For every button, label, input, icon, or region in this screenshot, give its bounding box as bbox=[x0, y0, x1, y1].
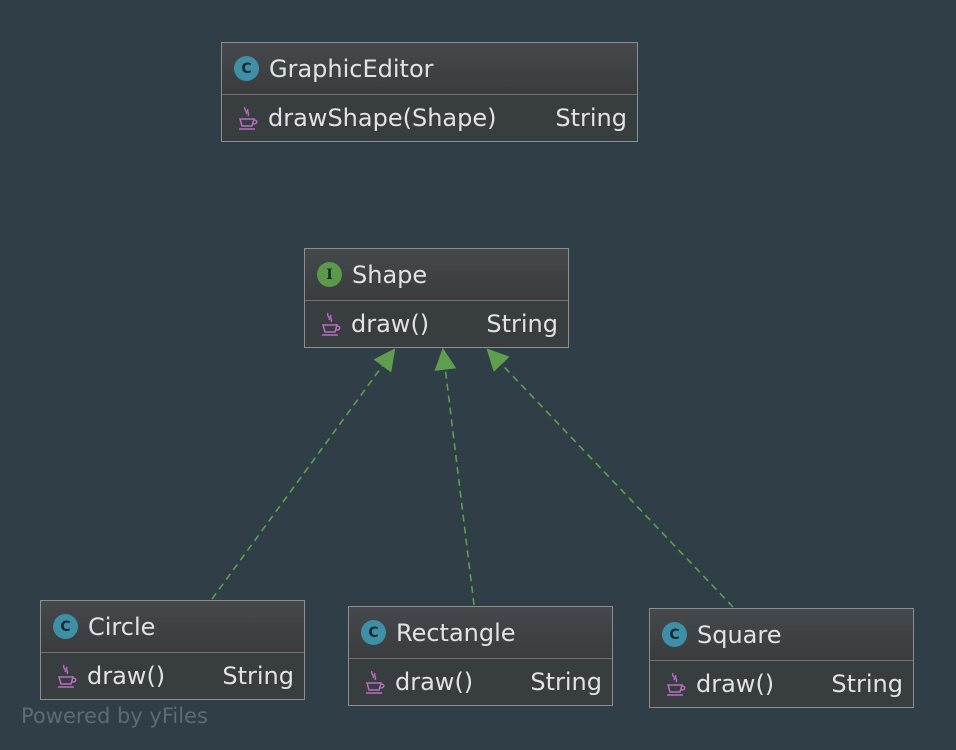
edge-circle-to-shape[interactable] bbox=[211, 348, 396, 600]
class-c-icon: C bbox=[234, 56, 259, 81]
java-cup-icon bbox=[239, 106, 258, 130]
method-return-type: String bbox=[555, 104, 627, 132]
node-header: C Rectangle bbox=[349, 607, 612, 659]
class-name: Square bbox=[697, 620, 782, 649]
class-name: Rectangle bbox=[396, 618, 516, 647]
method-return-type: String bbox=[831, 670, 903, 698]
java-cup-icon bbox=[667, 672, 686, 696]
method-return-type: String bbox=[222, 662, 294, 690]
class-c-icon: C bbox=[662, 622, 687, 647]
method-name: draw() bbox=[395, 668, 474, 696]
method-return-type: String bbox=[530, 668, 602, 696]
method-name: drawShape(Shape) bbox=[268, 104, 497, 132]
class-node-rectangle[interactable]: C Rectangle draw() String bbox=[348, 606, 613, 706]
class-c-icon: C bbox=[361, 620, 386, 645]
java-cup-icon bbox=[366, 670, 385, 694]
edge-rectangle-to-shape[interactable] bbox=[434, 347, 475, 606]
interface-node-shape[interactable]: I Shape draw() String bbox=[304, 248, 569, 348]
method-name: draw() bbox=[351, 310, 430, 338]
method-row[interactable]: drawShape(Shape) String bbox=[222, 95, 637, 141]
method-return-type: String bbox=[486, 310, 558, 338]
node-header: C GraphicEditor bbox=[222, 43, 637, 95]
java-cup-icon bbox=[322, 312, 341, 336]
class-c-icon: C bbox=[53, 614, 78, 639]
class-name: Circle bbox=[88, 612, 156, 641]
node-header: C Circle bbox=[41, 601, 304, 653]
method-name: draw() bbox=[87, 662, 166, 690]
watermark: Powered by yFiles bbox=[21, 704, 208, 728]
class-name: GraphicEditor bbox=[269, 54, 434, 83]
class-node-square[interactable]: C Square draw() String bbox=[649, 608, 914, 708]
uml-diagram-canvas: C GraphicEditor drawShape(Shape) String … bbox=[0, 0, 956, 750]
class-node-graphic-editor[interactable]: C GraphicEditor drawShape(Shape) String bbox=[221, 42, 638, 142]
interface-i-icon: I bbox=[317, 262, 342, 287]
edge-square-to-shape[interactable] bbox=[486, 348, 734, 608]
java-cup-icon bbox=[58, 664, 77, 688]
node-header: I Shape bbox=[305, 249, 568, 301]
node-header: C Square bbox=[650, 609, 913, 661]
class-node-circle[interactable]: C Circle draw() String bbox=[40, 600, 305, 700]
method-row[interactable]: draw() String bbox=[305, 301, 568, 347]
method-row[interactable]: draw() String bbox=[349, 659, 612, 705]
method-row[interactable]: draw() String bbox=[650, 661, 913, 707]
method-name: draw() bbox=[696, 670, 775, 698]
interface-name: Shape bbox=[352, 260, 428, 289]
method-row[interactable]: draw() String bbox=[41, 653, 304, 699]
